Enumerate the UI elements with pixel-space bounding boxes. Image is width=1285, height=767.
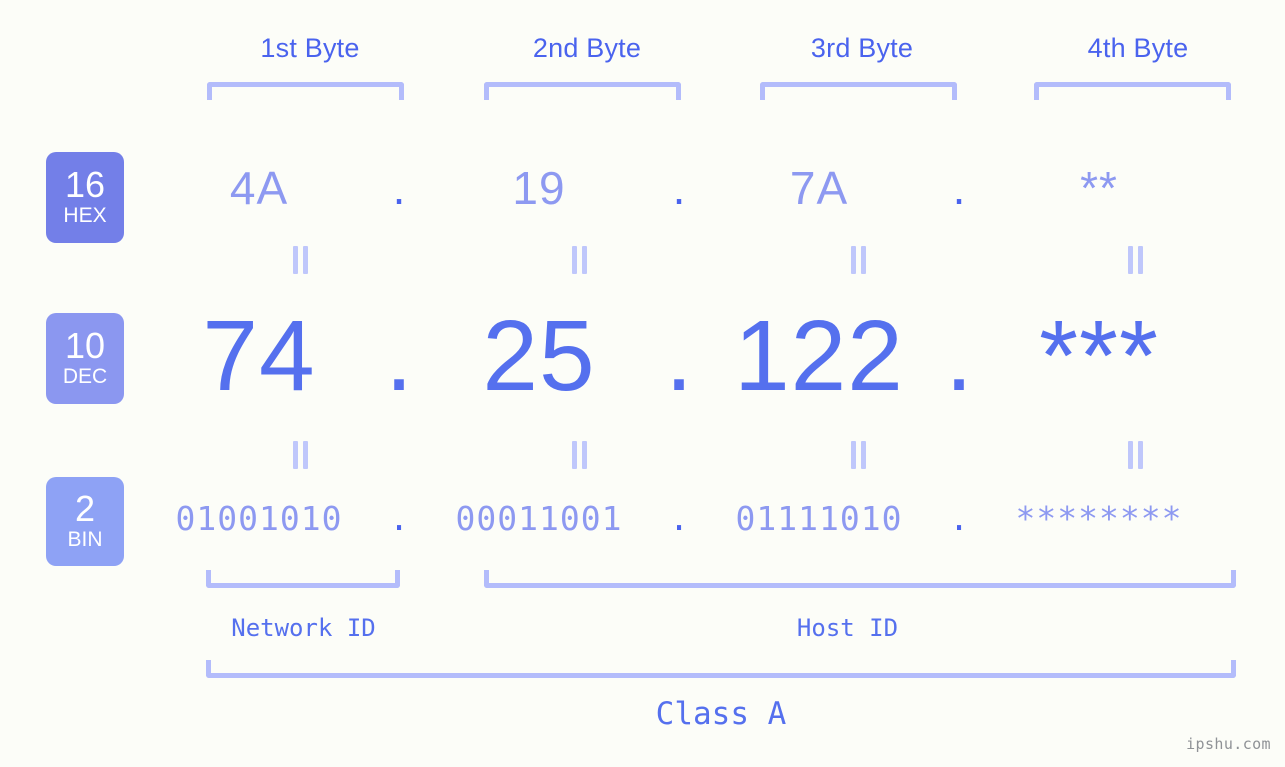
dec-separator-2: . <box>665 300 693 412</box>
hex-byte-1: 4A <box>229 162 289 214</box>
equals-icon-hex-dec-4 <box>1128 246 1143 274</box>
equals-icon-hex-dec-2 <box>572 246 587 274</box>
bin-separator-2: . <box>669 498 689 538</box>
hex-byte-3: 7A <box>789 162 849 214</box>
dec-separator-3: . <box>945 300 973 412</box>
hex-separator-2: . <box>672 162 686 214</box>
ip-breakdown-diagram: 1st Byte 2nd Byte 3rd Byte 4th Byte 16 H… <box>0 0 1285 767</box>
bin-byte-4: ******** <box>1015 498 1183 538</box>
dec-byte-2: 25 <box>482 300 596 412</box>
bin-separator-1: . <box>389 498 409 538</box>
bin-separator-3: . <box>949 498 969 538</box>
base-badge-dec-name: DEC <box>62 365 108 389</box>
equals-icon-dec-bin-4 <box>1128 441 1143 469</box>
base-badge-hex: 16 HEX <box>46 152 124 243</box>
equals-icon-dec-bin-2 <box>572 441 587 469</box>
site-watermark: ipshu.com <box>1186 735 1271 753</box>
network-id-label: Network ID <box>231 614 376 642</box>
dec-byte-3: 122 <box>734 300 904 412</box>
dec-value-row: 74 . 25 . 122 . *** <box>140 295 1285 417</box>
byte-header-2: 2nd Byte <box>532 33 642 63</box>
byte-header-1: 1st Byte <box>260 33 360 63</box>
dec-byte-4: *** <box>1039 300 1159 412</box>
byte-header-3: 3rd Byte <box>810 33 914 63</box>
byte-bracket-2 <box>484 82 681 100</box>
bin-byte-1: 01001010 <box>175 498 343 538</box>
base-badge-bin: 2 BIN <box>46 477 124 566</box>
base-badge-bin-number: 2 <box>74 488 96 530</box>
byte-bracket-3 <box>760 82 957 100</box>
hex-byte-4: ** <box>1080 162 1118 214</box>
bin-byte-2: 00011001 <box>455 498 623 538</box>
base-badge-dec: 10 DEC <box>46 313 124 404</box>
network-id-bracket <box>206 570 400 588</box>
hex-byte-2: 19 <box>512 162 566 214</box>
byte-bracket-1 <box>207 82 404 100</box>
hex-separator-1: . <box>392 162 406 214</box>
class-label: Class A <box>655 696 787 732</box>
base-badge-dec-number: 10 <box>64 325 106 367</box>
hex-separator-3: . <box>952 162 966 214</box>
dec-byte-1: 74 <box>202 300 316 412</box>
base-badge-bin-name: BIN <box>67 528 103 552</box>
class-bracket <box>206 660 1236 678</box>
hex-value-row: 4A . 19 . 7A . ** <box>140 150 1285 226</box>
equals-icon-hex-dec-1 <box>293 246 308 274</box>
equals-icon-dec-bin-3 <box>851 441 866 469</box>
dec-separator-1: . <box>385 300 413 412</box>
host-id-label: Host ID <box>796 614 899 642</box>
byte-bracket-4 <box>1034 82 1231 100</box>
bin-value-row: 01001010 . 00011001 . 01111010 . *******… <box>140 492 1285 544</box>
equals-icon-hex-dec-3 <box>851 246 866 274</box>
base-badge-hex-number: 16 <box>64 164 106 206</box>
equals-icon-dec-bin-1 <box>293 441 308 469</box>
base-badge-hex-name: HEX <box>63 204 107 228</box>
byte-header-4: 4th Byte <box>1087 33 1189 63</box>
host-id-bracket <box>484 570 1236 588</box>
bin-byte-3: 01111010 <box>735 498 903 538</box>
